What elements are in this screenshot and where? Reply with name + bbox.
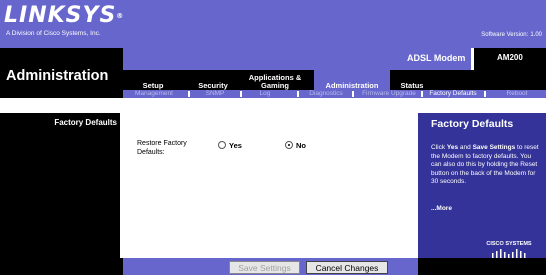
linksys-logo: LINKSYS® bbox=[4, 3, 125, 28]
restore-factory-defaults-label: Restore Factory Defaults: bbox=[137, 140, 187, 156]
tab-applications-gaming[interactable]: Applications & Gaming bbox=[245, 74, 305, 90]
restore-yes-label: Yes bbox=[229, 141, 242, 150]
restore-no-radio[interactable] bbox=[285, 141, 293, 149]
logo-subtitle: A Division of Cisco Systems, Inc. bbox=[6, 30, 101, 37]
save-settings-button[interactable]: Save Settings bbox=[229, 261, 300, 274]
cancel-changes-button[interactable]: Cancel Changes bbox=[306, 261, 388, 274]
subtab-divider bbox=[421, 91, 423, 97]
tab-security[interactable]: Security bbox=[193, 82, 233, 90]
subtab-diagnostics[interactable]: Diagnostics bbox=[306, 90, 346, 98]
left-panel bbox=[0, 113, 123, 258]
software-version: Software Version: 1.00 bbox=[479, 32, 542, 38]
subtab-divider bbox=[188, 91, 190, 97]
spacer bbox=[123, 98, 546, 113]
restore-yes-radio[interactable] bbox=[218, 141, 226, 149]
subtab-divider bbox=[484, 91, 486, 97]
subtab-log[interactable]: Log bbox=[255, 90, 275, 98]
subtab-divider bbox=[240, 91, 242, 97]
help-more-link[interactable]: ...More bbox=[431, 205, 452, 212]
cisco-logo-icon bbox=[492, 249, 526, 258]
software-version-label: Software Version: bbox=[481, 32, 529, 38]
subtab-reboot[interactable]: Reboot bbox=[496, 90, 538, 98]
spacer bbox=[0, 98, 123, 113]
model-number: AM200 bbox=[497, 53, 523, 62]
footer-right bbox=[418, 258, 546, 275]
subtab-divider bbox=[352, 91, 354, 97]
section-label: Factory Defaults bbox=[54, 118, 117, 127]
tab-status[interactable]: Status bbox=[395, 82, 429, 90]
restore-no-label: No bbox=[296, 141, 306, 150]
subtab-snmp[interactable]: SNMP bbox=[200, 90, 230, 98]
page-title: Administration bbox=[6, 68, 109, 84]
product-name: ADSL Modem bbox=[407, 53, 466, 63]
help-title: Factory Defaults bbox=[431, 118, 514, 130]
tab-administration[interactable]: Administration bbox=[314, 70, 390, 90]
help-text: Click Yes and Save Settings to reset the… bbox=[431, 144, 539, 185]
footer-left bbox=[0, 258, 123, 275]
subtab-management[interactable]: Management bbox=[130, 90, 178, 98]
subtab-firmware-upgrade[interactable]: Firmware Upgrade bbox=[358, 90, 420, 98]
software-version-value: 1.00 bbox=[530, 32, 542, 38]
main-content bbox=[123, 113, 418, 258]
tab-setup[interactable]: Setup bbox=[138, 82, 168, 90]
subtab-divider bbox=[297, 91, 299, 97]
subtab-factory-defaults[interactable]: Factory Defaults bbox=[424, 90, 482, 98]
